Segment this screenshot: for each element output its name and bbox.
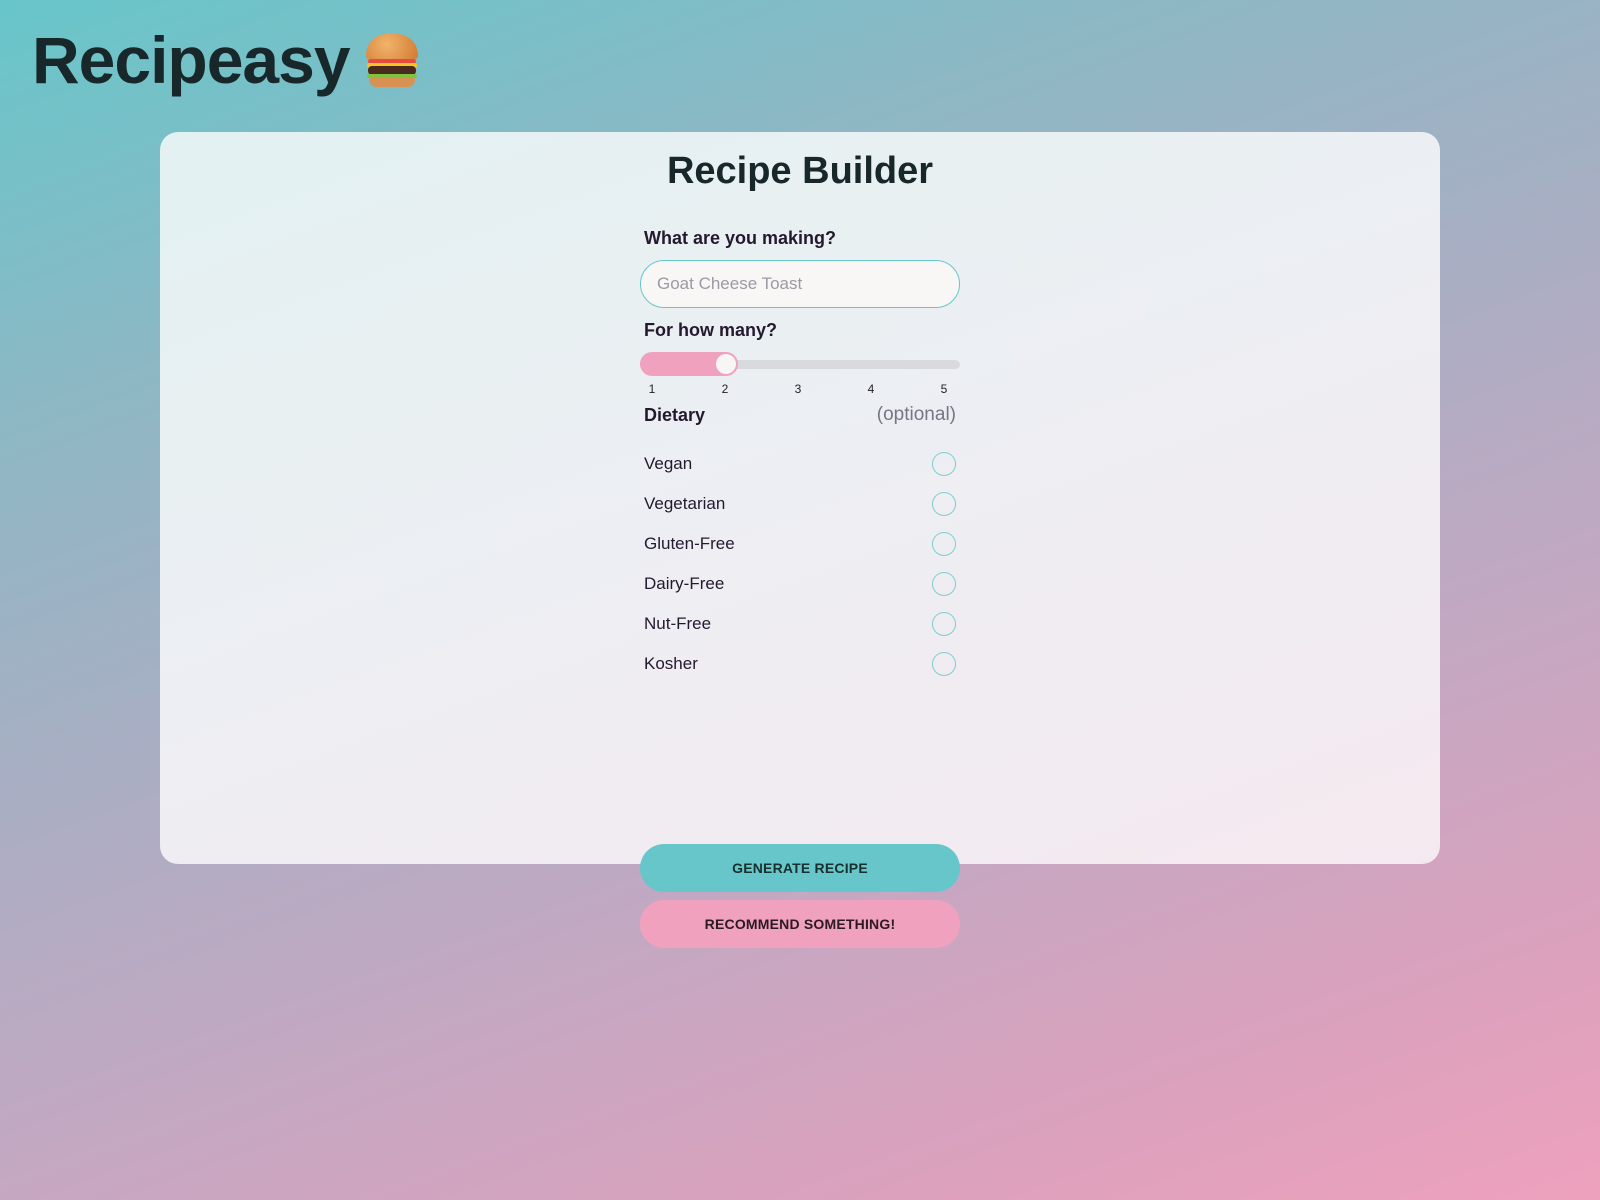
recipe-builder-card: Recipe Builder What are you making? For … — [160, 132, 1440, 948]
dietary-option-gluten-free[interactable]: Gluten-Free — [640, 524, 960, 564]
servings-slider[interactable] — [640, 352, 960, 376]
option-label: Vegan — [644, 454, 693, 473]
card-title: Recipe Builder — [666, 150, 934, 192]
option-label: Gluten-Free — [644, 534, 735, 553]
burger-icon — [364, 32, 420, 88]
option-label: Kosher — [644, 654, 698, 673]
slider-tick: 3 — [794, 382, 802, 396]
radio-button[interactable] — [932, 452, 956, 476]
slider-tick: 4 — [867, 382, 875, 396]
slider-ticks: 1 2 3 4 5 — [640, 382, 960, 398]
option-label: Vegetarian — [644, 494, 726, 513]
generate-recipe-button[interactable]: GENERATE RECIPE — [640, 844, 960, 892]
radio-button[interactable] — [932, 572, 956, 596]
dietary-option-nut-free[interactable]: Nut-Free — [640, 604, 960, 644]
dietary-options: Vegan Vegetarian Gluten-Free Dairy-Free … — [640, 444, 960, 684]
radio-button[interactable] — [932, 492, 956, 516]
servings-label: For how many? — [644, 320, 778, 340]
dietary-option-kosher[interactable]: Kosher — [640, 644, 960, 684]
dietary-option-dairy-free[interactable]: Dairy-Free — [640, 564, 960, 604]
optional-label: (optional) — [876, 404, 956, 425]
dietary-option-vegetarian[interactable]: Vegetarian — [640, 484, 960, 524]
making-label: What are you making? — [644, 228, 837, 248]
app-header: Recipeasy — [32, 22, 420, 98]
recommend-something-button[interactable]: RECOMMEND SOMETHING! — [640, 900, 960, 948]
radio-button[interactable] — [932, 612, 956, 636]
dietary-header: Dietary (optional) — [640, 404, 960, 426]
radio-button[interactable] — [932, 532, 956, 556]
slider-tick: 1 — [648, 382, 656, 396]
dietary-label: Dietary — [644, 404, 706, 425]
making-input[interactable] — [640, 260, 960, 308]
option-label: Dairy-Free — [644, 574, 725, 593]
slider-tick: 5 — [940, 382, 948, 396]
radio-button[interactable] — [932, 652, 956, 676]
slider-thumb[interactable] — [716, 354, 736, 374]
option-label: Nut-Free — [644, 614, 712, 633]
dietary-option-vegan[interactable]: Vegan — [640, 444, 960, 484]
slider-tick: 2 — [721, 382, 729, 396]
app-title: Recipeasy — [32, 23, 351, 97]
